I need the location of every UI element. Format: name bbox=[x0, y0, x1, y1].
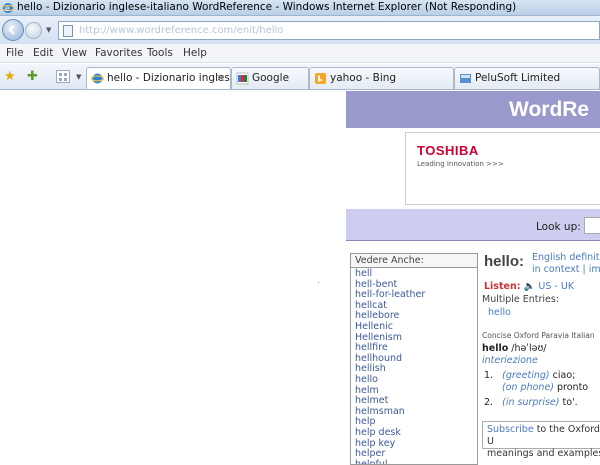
forward-button[interactable] bbox=[25, 22, 42, 39]
sense-1b: (on phone) pronto bbox=[502, 382, 588, 393]
svg-text:e: e bbox=[5, 4, 10, 13]
back-button[interactable] bbox=[2, 19, 24, 41]
window-title-bar: e hello - Dizionario inglese-italiano Wo… bbox=[0, 0, 600, 16]
menu-bar: File Edit View Favorites Tools Help bbox=[0, 44, 600, 63]
part-of-speech: interiezione bbox=[482, 355, 538, 366]
tab-label: PeluSoft Limited bbox=[475, 72, 561, 84]
see-also-item[interactable]: help desk bbox=[355, 427, 477, 439]
page-icon bbox=[63, 25, 73, 37]
dictionary-entry: hello: English definiti in context | ima… bbox=[482, 251, 600, 465]
window-title: hello - Dizionario inglese-italiano Word… bbox=[17, 1, 517, 13]
see-also-item[interactable]: helpful bbox=[355, 459, 477, 464]
quick-tabs-icon[interactable] bbox=[56, 70, 70, 83]
stray-dot bbox=[318, 282, 319, 283]
accent-links[interactable]: US - UK bbox=[538, 281, 574, 292]
navigation-bar: ▼ http://www.wordreference.com/enit/hell… bbox=[0, 16, 600, 44]
divider bbox=[346, 240, 600, 241]
multiple-entry-link[interactable]: hello bbox=[488, 307, 511, 318]
close-tab-icon[interactable]: × bbox=[216, 71, 225, 84]
ad-zone: TOSHIBA Leading Innovation >>> bbox=[346, 128, 600, 208]
tab-label: Google bbox=[252, 72, 290, 84]
see-also-items: hell hell-bent hell-for-leather hellcat … bbox=[351, 268, 477, 464]
listen-label: Listen: bbox=[484, 281, 521, 292]
tab-list-dropdown-icon[interactable]: ▼ bbox=[76, 73, 81, 81]
ad-brand: TOSHIBA bbox=[417, 143, 479, 158]
tab-bing[interactable]: yahoo - Bing bbox=[309, 67, 454, 89]
sense-gloss: (greeting) bbox=[502, 370, 550, 381]
tab-wordreference[interactable]: hello - Dizionario ingles... × bbox=[86, 67, 240, 89]
address-url: http://www.wordreference.com/enit/hello bbox=[79, 25, 284, 36]
favorites-star-icon[interactable]: ★ bbox=[4, 69, 16, 84]
speaker-icon[interactable]: 🔈 bbox=[524, 281, 536, 292]
see-also-list[interactable]: Vedere Anche: hell hell-bent hell-for-le… bbox=[350, 253, 478, 465]
entry-word: hello bbox=[482, 343, 509, 354]
see-also-item[interactable]: Hellenic bbox=[355, 321, 477, 333]
definition-links: English definiti in context | imag bbox=[532, 252, 600, 276]
menu-view[interactable]: View bbox=[62, 47, 87, 59]
menu-file[interactable]: File bbox=[6, 47, 24, 59]
sense-translation: pronto bbox=[554, 382, 589, 393]
wordreference-header: WordRe bbox=[346, 91, 600, 128]
toshiba-ad[interactable]: TOSHIBA Leading Innovation >>> bbox=[405, 132, 600, 205]
wordreference-logo[interactable]: WordRe bbox=[509, 98, 589, 122]
ipa: /həˈləʊ/ bbox=[511, 343, 547, 354]
dictionary-source: Concise Oxford Paravia Italian bbox=[482, 331, 595, 340]
sense-number: 1. bbox=[484, 370, 494, 381]
page-content: WordRe TOSHIBA Leading Innovation >>> Lo… bbox=[0, 91, 600, 465]
tab-pelusoft[interactable]: PeluSoft Limited bbox=[454, 67, 600, 89]
listen-row: Listen: 🔈 US - UK bbox=[484, 281, 574, 292]
menu-favorites[interactable]: Favorites bbox=[95, 47, 142, 59]
tab-bar: ★ ✚ ▼ hello - Dizionario ingles... × Goo… bbox=[0, 64, 600, 90]
sense-gloss: (on phone) bbox=[502, 382, 554, 393]
sense-number: 2. bbox=[484, 397, 494, 408]
menu-edit[interactable]: Edit bbox=[33, 47, 53, 59]
bing-favicon-icon bbox=[315, 73, 326, 84]
context-images-link[interactable]: in context | imag bbox=[532, 264, 600, 276]
back-arrow-icon bbox=[8, 25, 15, 35]
menu-tools[interactable]: Tools bbox=[147, 47, 173, 59]
sense-2: 2. (in surprise) to'. bbox=[484, 397, 578, 408]
address-field[interactable]: http://www.wordreference.com/enit/hello bbox=[58, 21, 600, 40]
sense-translation: to'. bbox=[559, 397, 578, 408]
sense-gloss: (in surprise) bbox=[502, 397, 560, 408]
ie-page-icon bbox=[91, 73, 104, 84]
see-also-heading: Vedere Anche: bbox=[351, 254, 477, 268]
lookup-input[interactable] bbox=[584, 217, 600, 234]
lookup-label: Look up: bbox=[536, 221, 581, 233]
english-definition-link[interactable]: English definiti bbox=[532, 252, 600, 264]
add-favorite-icon[interactable]: ✚ bbox=[27, 69, 38, 84]
subscribe-link[interactable]: Subscribe bbox=[487, 424, 534, 435]
subscribe-box: Subscribe to the Oxford U meanings and e… bbox=[482, 421, 600, 459]
sense-translation: ciao; bbox=[549, 370, 576, 381]
history-dropdown-icon[interactable]: ▼ bbox=[46, 26, 51, 34]
multiple-entries-label: Multiple Entries: bbox=[482, 294, 560, 305]
tab-label: yahoo - Bing bbox=[330, 72, 397, 84]
pronunciation: hello /həˈləʊ/ bbox=[482, 343, 547, 354]
sense-1: 1. (greeting) ciao; bbox=[484, 370, 575, 381]
menu-help[interactable]: Help bbox=[183, 47, 207, 59]
google-favicon-icon bbox=[236, 72, 249, 85]
subscribe-text-2: meanings and examples bbox=[487, 448, 600, 459]
pelusoft-favicon-icon bbox=[460, 74, 471, 83]
ie-logo-icon: e bbox=[2, 3, 14, 13]
ad-tagline: Leading Innovation >>> bbox=[417, 160, 504, 168]
see-also-item[interactable]: hello bbox=[355, 374, 477, 386]
see-also-item[interactable]: hell bbox=[355, 268, 477, 280]
lookup-bar: Look up: bbox=[346, 209, 600, 240]
tab-google[interactable]: Google bbox=[231, 67, 309, 89]
headword: hello: bbox=[484, 253, 524, 270]
